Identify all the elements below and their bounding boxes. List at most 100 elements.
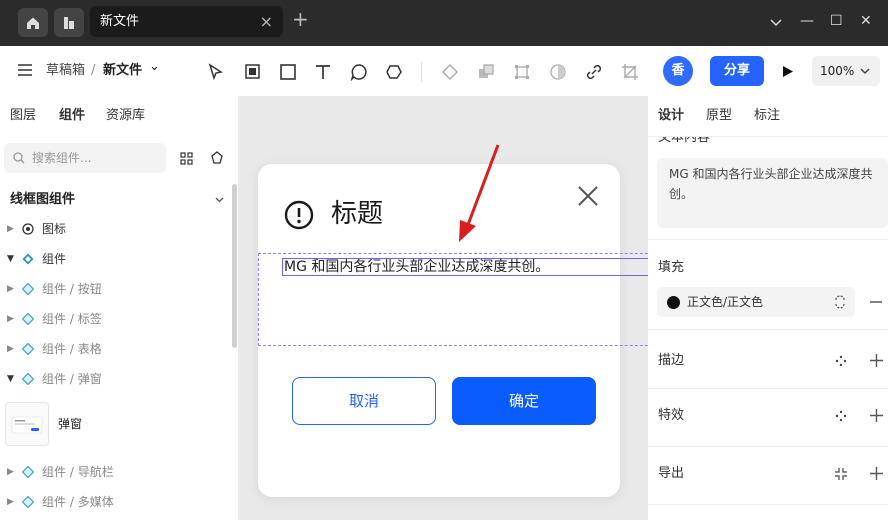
list-item[interactable]: ▶ 图标 <box>0 218 230 240</box>
tab-prototype[interactable]: 原型 <box>706 108 732 124</box>
list-item-label: 图标 <box>42 222 67 236</box>
mask-tool-icon[interactable] <box>549 63 567 81</box>
component-label[interactable]: 弹窗 <box>58 416 82 432</box>
crop-tool-icon[interactable] <box>621 63 639 81</box>
list-item[interactable]: ▶ 组件 / 标签 <box>0 308 230 330</box>
breadcrumb-root[interactable]: 草稿箱 <box>46 62 85 80</box>
tab-components[interactable]: 组件 <box>59 108 85 124</box>
component-icon <box>22 313 34 325</box>
pointer-tool-icon[interactable] <box>207 63 225 81</box>
close-icon[interactable] <box>577 185 599 207</box>
zoom-select[interactable]: 100% <box>812 56 880 86</box>
fill-color-swatch[interactable] <box>667 296 680 309</box>
tab-design[interactable]: 设计 <box>658 108 684 124</box>
text-tool-icon[interactable] <box>314 63 332 81</box>
text-content-field[interactable]: MG 和国内各行业头部企业达成深度共创。 <box>657 158 888 228</box>
text-content-label: 文本内容 <box>658 137 711 145</box>
workspace-icon <box>64 16 74 29</box>
collapse-arrow-icon[interactable]: ▼ <box>7 248 14 270</box>
add-icon[interactable] <box>870 409 883 422</box>
toolbar: 草稿箱 / 新文件 ⌄ 香 分享 100% <box>0 46 888 96</box>
tab-annotation[interactable]: 标注 <box>754 108 780 124</box>
list-item[interactable]: ▶ 组件 / 表格 <box>0 338 230 360</box>
fill-style-field[interactable]: 正文色/正文色 <box>657 287 855 317</box>
clipped-label-wrapper: 文本内容 <box>648 137 888 147</box>
list-item-prefix: 组件 <box>42 465 67 479</box>
expand-arrow-icon[interactable]: ▶ <box>7 338 14 360</box>
style-icon[interactable] <box>835 410 847 422</box>
list-item[interactable]: ▶ 组件 / 导航栏 <box>0 461 230 483</box>
play-icon[interactable] <box>782 65 794 78</box>
divider <box>648 388 888 389</box>
right-panel: 设计 原型 标注 文本内容 MG 和国内各行业头部企业达成深度共创。 填充 正文… <box>648 96 888 520</box>
expand-arrow-icon[interactable]: ▶ <box>7 218 14 240</box>
link-tool-icon[interactable] <box>585 63 603 81</box>
list-item-label: 弹窗 <box>77 372 102 386</box>
collapse-arrow-icon[interactable]: ▼ <box>7 368 14 390</box>
list-item[interactable]: ▶ 组件 / 按钮 <box>0 278 230 300</box>
comment-tool-icon[interactable] <box>350 63 368 81</box>
chevron-down-icon[interactable] <box>215 197 224 203</box>
list-item-label: 导航栏 <box>77 465 114 479</box>
rectangle-tool-icon[interactable] <box>279 63 297 81</box>
toolbar-divider <box>421 62 422 82</box>
expand-arrow-icon[interactable]: ▶ <box>7 461 14 483</box>
home-button[interactable] <box>18 8 48 37</box>
add-icon[interactable] <box>870 467 883 480</box>
component-icon <box>22 373 34 385</box>
section-title: 线框图组件 <box>10 192 76 207</box>
list-item-prefix: 组件 <box>42 342 67 356</box>
user-avatar[interactable]: 香 <box>663 56 693 86</box>
minimize-icon[interactable]: — <box>800 13 814 29</box>
tab-close-icon[interactable]: × <box>260 6 273 37</box>
home-icon <box>27 17 39 29</box>
icon-set-icon <box>22 223 34 235</box>
workspace-button[interactable] <box>54 8 84 37</box>
share-button[interactable]: 分享 <box>710 56 764 86</box>
cancel-button[interactable]: 取消 <box>292 377 436 425</box>
maximize-icon[interactable]: ☐ <box>830 13 843 29</box>
close-window-icon[interactable]: ✕ <box>860 13 872 29</box>
slice-icon[interactable] <box>834 467 848 481</box>
new-tab-icon[interactable]: + <box>292 9 309 29</box>
search-icon <box>13 152 25 164</box>
grid-view-icon[interactable] <box>180 152 193 165</box>
detach-style-icon[interactable] <box>833 295 847 309</box>
list-item[interactable]: ▶ 组件 / 多媒体 <box>0 491 230 513</box>
style-icon[interactable] <box>835 355 847 367</box>
list-item[interactable]: ▼ 组件 <box>0 248 230 270</box>
export-label: 导出 <box>658 466 685 481</box>
align-tool-icon[interactable] <box>513 63 531 81</box>
component-search-input[interactable]: 搜索组件... <box>4 143 166 173</box>
dialog-title[interactable]: 标题 <box>331 198 383 230</box>
divider <box>648 239 888 240</box>
expand-arrow-icon[interactable]: ▶ <box>7 278 14 300</box>
add-icon[interactable] <box>870 354 883 367</box>
expand-arrow-icon[interactable]: ▶ <box>7 491 14 513</box>
canvas[interactable]: 标题 MG 和国内各行业头部企业达成深度共创。 取消 确定 <box>238 96 648 520</box>
pen-tool-icon[interactable] <box>385 63 403 81</box>
component-tool-icon[interactable] <box>441 63 459 81</box>
menu-icon[interactable] <box>18 64 32 76</box>
file-name[interactable]: 新文件 <box>103 62 142 80</box>
chevron-down-icon[interactable] <box>770 16 782 28</box>
expand-arrow-icon[interactable]: ▶ <box>7 308 14 330</box>
list-item-label: 组件 <box>42 252 67 266</box>
annotation-arrow-icon <box>459 144 500 242</box>
boolean-tool-icon[interactable] <box>477 63 495 81</box>
remove-icon[interactable] <box>870 301 882 303</box>
search-placeholder: 搜索组件... <box>32 151 92 165</box>
list-item-label: 表格 <box>77 342 102 356</box>
component-thumbnail[interactable] <box>5 402 49 446</box>
component-library-icon[interactable] <box>210 151 224 165</box>
divider <box>648 504 888 505</box>
file-chevron-icon[interactable]: ⌄ <box>149 58 160 76</box>
tab-new-file[interactable]: 新文件 × <box>90 6 283 37</box>
breadcrumb-separator: / <box>91 63 96 78</box>
confirm-button[interactable]: 确定 <box>452 377 596 425</box>
left-scrollbar[interactable] <box>232 184 237 348</box>
tab-assets[interactable]: 资源库 <box>106 108 145 124</box>
frame-tool-icon[interactable] <box>244 63 262 81</box>
list-item[interactable]: ▼ 组件 / 弹窗 <box>0 368 230 390</box>
tab-layers[interactable]: 图层 <box>10 108 36 124</box>
